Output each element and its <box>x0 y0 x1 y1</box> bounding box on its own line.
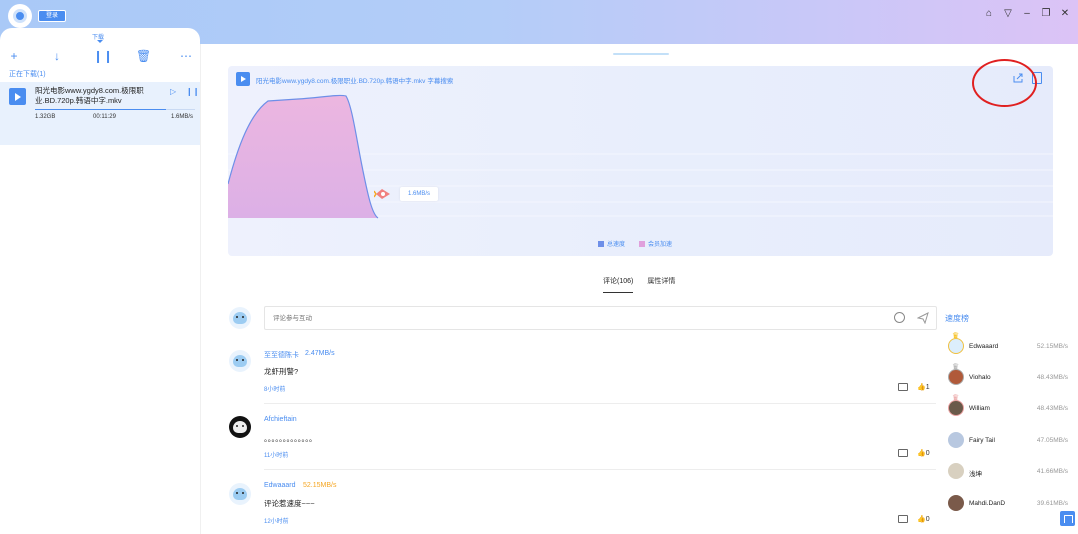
rank-avatar <box>948 400 964 416</box>
subtitle-search-link[interactable]: 字幕搜索 <box>427 78 453 85</box>
tab-comments[interactable]: 评论(106) <box>603 276 634 293</box>
user-avatar <box>229 307 251 329</box>
current-speed-tag: 1.6MB/s <box>400 187 438 201</box>
detail-tabs: 评论(106) 属性详情 <box>603 276 675 293</box>
rank-speed: 48.43MB/s <box>1036 405 1068 412</box>
comment-text: 龙虾刑警? <box>264 367 299 376</box>
send-icon[interactable] <box>917 312 929 324</box>
rank-avatar <box>948 432 964 448</box>
rank-speed: 47.05MB/s <box>1036 437 1068 444</box>
dropdown-icon[interactable]: ▽ <box>1003 8 1013 19</box>
download-icon[interactable]: ↓ <box>50 49 64 63</box>
delete-icon[interactable]: 🗑 <box>136 49 151 63</box>
comment-speed: 52.15MB/s <box>303 482 337 489</box>
close-icon[interactable]: ✕ <box>1060 8 1070 19</box>
comment-time: 12小时前 <box>264 519 289 525</box>
graph-legend: 总速度 会员加速 <box>598 239 672 248</box>
rank-speed: 48.43MB/s <box>1036 374 1068 381</box>
comment-speed: 2.47MB/s <box>305 350 335 357</box>
reply-icon[interactable] <box>898 383 908 391</box>
task-remaining-time: 00:11:29 <box>93 114 116 120</box>
video-file-icon <box>9 88 26 105</box>
video-file-icon <box>236 72 250 86</box>
rank-name: Mahdi.DanD <box>969 500 1006 507</box>
comment-time: 11小时前 <box>264 453 289 459</box>
rank-avatar <box>948 495 964 511</box>
comment-input-box[interactable] <box>264 306 937 330</box>
speed-graph: 阳光电影www.ygdy8.com.极限职业.BD.720p.韩语中字.mkv 字… <box>228 66 1053 256</box>
rank-speed: 52.15MB/s <box>1036 343 1068 350</box>
rank-avatar <box>948 463 964 479</box>
download-toolbar: + ↓ ❙❙ 🗑 ⋯ <box>0 46 200 66</box>
comment-text: 。。。。。。。。。。。。。 <box>264 434 317 443</box>
task-filename: 阳光电影www.ygdy8.com.极限职业.BD.720p.韩语中字.mkv <box>35 86 144 105</box>
restore-icon[interactable]: ❐ <box>1041 8 1051 19</box>
download-task[interactable]: 阳光电影www.ygdy8.com.极限职业.BD.720p.韩语中字.mkv … <box>0 82 200 145</box>
rank-name: William <box>969 405 990 412</box>
pause-task-icon[interactable]: ❙❙ <box>186 87 199 96</box>
task-progress-bar <box>35 109 195 110</box>
comment-divider <box>264 469 936 470</box>
drag-handle[interactable] <box>613 53 669 55</box>
rank-name: Edwaaard <box>969 343 999 350</box>
play-icon[interactable]: ▷ <box>170 87 176 96</box>
rank-avatar <box>948 369 964 385</box>
reply-icon[interactable] <box>898 515 908 523</box>
rank-name: Fairy Tail <box>969 437 995 444</box>
more-icon[interactable]: ⋯ <box>179 49 193 63</box>
speed-curve <box>228 94 1053 219</box>
like-button[interactable]: 👍0 <box>917 449 930 457</box>
pause-icon[interactable]: ❙❙ <box>93 49 113 63</box>
plus-icon[interactable]: + <box>7 49 21 63</box>
minimize-icon[interactable]: – <box>1022 8 1032 19</box>
app-logo-icon <box>8 4 32 28</box>
legend-total: 总速度 <box>598 239 625 248</box>
speed-ranking-title: 速度榜 <box>945 314 969 323</box>
comment-input[interactable] <box>265 307 865 329</box>
tab-indicator-icon <box>97 40 103 43</box>
rank-item[interactable]: 浅坤 41.66MB/s <box>948 461 1078 481</box>
like-button[interactable]: 👍0 <box>917 515 930 523</box>
rank-name: Viohalo <box>969 374 991 381</box>
rank-speed: 41.66MB/s <box>1036 468 1068 475</box>
rank-item[interactable]: ♛ William 48.43MB/s <box>948 393 1078 418</box>
rank-avatar <box>948 338 964 354</box>
shirt-icon[interactable]: ⌂ <box>984 8 994 19</box>
task-speed: 1.6MB/s <box>171 114 194 120</box>
comment-author[interactable]: 至至德陈卡 <box>264 350 299 360</box>
comment-divider <box>264 403 936 404</box>
comment-author[interactable]: Edwaaard <box>264 482 296 489</box>
rank-item[interactable]: ♛ Viohalo 48.43MB/s <box>948 362 1078 387</box>
rank-speed: 39.61MB/s <box>1036 500 1068 507</box>
reply-icon[interactable] <box>898 449 908 457</box>
comment-text: 评论惹速度~~~ <box>264 499 315 508</box>
back-to-top-button[interactable] <box>1060 511 1075 526</box>
window-controls: ⌂ ▽ – ❐ ✕ <box>984 8 1070 19</box>
rocket-icon <box>374 189 390 199</box>
graph-file-title: 阳光电影www.ygdy8.com.极限职业.BD.720p.韩语中字.mkv 字… <box>256 78 454 85</box>
login-button[interactable]: 登录 <box>38 10 66 22</box>
comment-time: 8小时前 <box>264 387 286 393</box>
panel-divider <box>200 44 201 534</box>
rank-item[interactable]: ♛ Edwaaard 52.15MB/s <box>948 331 1078 356</box>
tab-properties[interactable]: 属性详情 <box>647 276 675 286</box>
rank-name: 浅坤 <box>969 471 982 478</box>
comment-avatar[interactable] <box>229 350 251 372</box>
task-size: 1.32GB <box>35 114 56 120</box>
emoji-icon[interactable] <box>894 312 905 323</box>
annotation-circle <box>972 59 1037 107</box>
rank-item[interactable]: Mahdi.DanD 39.61MB/s <box>948 493 1078 513</box>
like-button[interactable]: 👍1 <box>917 383 930 391</box>
legend-member: 会员加速 <box>639 239 672 248</box>
downloading-section-label: 正在下载(1) <box>9 71 46 78</box>
comment-avatar[interactable] <box>229 416 251 438</box>
rank-item[interactable]: Fairy Tail 47.05MB/s <box>948 430 1078 450</box>
comment-author[interactable]: Afchieftain <box>264 416 297 423</box>
comment-avatar[interactable] <box>229 483 251 505</box>
